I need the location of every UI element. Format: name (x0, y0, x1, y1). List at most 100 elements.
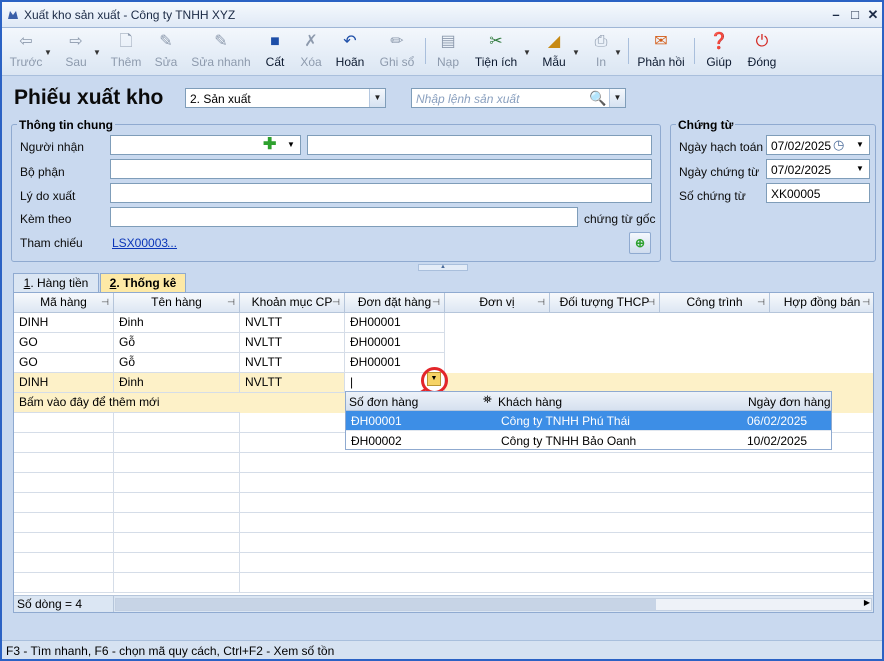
reason-label: Lý do xuất (20, 189, 76, 203)
pin-icon[interactable]: ⊣ (227, 293, 235, 312)
pin-icon[interactable]: ⊣ (432, 293, 440, 312)
dropdown-item[interactable]: ĐH00002 Công ty TNHH Bảo Oanh 10/02/2025 (346, 430, 831, 449)
table-cell[interactable]: NVLTT (240, 313, 345, 333)
table-cell[interactable]: ĐH00001 (345, 313, 445, 333)
add-reference-button[interactable]: ⊕ (629, 232, 651, 254)
column-header[interactable]: Mã hàng ⊣ (14, 293, 114, 313)
add-icon[interactable]: ✚ (263, 136, 276, 154)
reference-more-link[interactable]: ... (167, 236, 177, 250)
recipient-label: Người nhận (20, 140, 84, 154)
attachment-suffix: chứng từ gốc (584, 212, 656, 226)
row-count: Số dòng = 4 (14, 596, 114, 612)
department-label: Bộ phận (20, 165, 65, 179)
voucher-date-input[interactable]: 07/02/2025 ▼ (766, 159, 870, 179)
utilities-button[interactable]: ✂ Tiện ích (472, 32, 520, 72)
table-cell[interactable]: NVLTT (240, 333, 345, 353)
tab-statistics[interactable]: 2. Thống kê (100, 273, 186, 292)
table-cell[interactable]: NVLTT (240, 353, 345, 373)
chevron-down-icon[interactable]: ▼ (614, 48, 622, 57)
maximize-icon[interactable]: □ (847, 7, 863, 23)
pin-icon[interactable]: ⊣ (537, 293, 545, 312)
table-cell[interactable]: Đinh (114, 373, 240, 393)
table-cell[interactable]: NVLTT (240, 373, 345, 393)
toolbar-divider (628, 38, 629, 64)
chevron-down-icon[interactable]: ▼ (609, 89, 625, 107)
help-button[interactable]: ❓ Giúp (703, 32, 735, 72)
pin-icon[interactable]: ⊣ (757, 293, 765, 312)
general-info-title: Thông tin chung (17, 118, 115, 132)
table-cell[interactable]: DINH (14, 313, 114, 333)
delete-icon: ✗ (304, 33, 318, 50)
voucher-type-select[interactable]: 2. Sản xuất ▼ (185, 88, 386, 108)
pin-icon[interactable]: ⊣ (647, 293, 655, 312)
reason-input[interactable] (110, 183, 652, 203)
table-cell[interactable]: GO (14, 353, 114, 373)
load-button[interactable]: ▤ Nạp (434, 32, 462, 72)
chevron-down-icon[interactable]: ▼ (572, 48, 580, 57)
new-row-hint[interactable]: Bấm vào đây để thêm mới (14, 393, 240, 413)
scrollbar-thumb[interactable] (116, 599, 656, 610)
template-icon: ◢ (547, 33, 561, 50)
pin-icon[interactable]: ⊣ (101, 293, 109, 312)
tab-goods-money[interactable]: 1. Hàng tiền (13, 273, 99, 292)
edit-document-icon: ✎ (159, 33, 173, 50)
add-button[interactable]: 🗋 Thêm (108, 32, 144, 72)
attachment-input[interactable] (110, 207, 578, 227)
post-button[interactable]: ✏ Ghi sổ (378, 32, 416, 72)
column-header[interactable]: Công trình ⊣ (660, 293, 770, 313)
chevron-down-icon[interactable]: ▼ (856, 164, 864, 173)
horizontal-scrollbar[interactable]: ▶ (115, 598, 872, 611)
chevron-down-icon[interactable]: ▼ (287, 140, 295, 149)
undo-button[interactable]: ↶ Hoãn (334, 32, 366, 72)
feedback-button[interactable]: ✉ Phản hồi (636, 32, 686, 72)
chevron-down-icon[interactable]: ▼ (93, 48, 101, 57)
title-bar: Xuất kho sản xuất - Công ty TNHH XYZ – □… (2, 2, 882, 28)
scroll-right-icon[interactable]: ▶ (864, 598, 870, 607)
quick-edit-button[interactable]: ✎ Sửa nhanh (191, 32, 251, 72)
reference-link[interactable]: LSX00003 (112, 236, 168, 250)
recipient-input[interactable]: ✚ ▼ (110, 135, 301, 155)
table-cell[interactable]: ĐH00001 (345, 333, 445, 353)
pin-icon[interactable]: ⊣ (332, 293, 340, 312)
quick-edit-icon: ✎ (214, 33, 228, 50)
voucher-no-input[interactable]: XK00005 (766, 183, 870, 203)
chevron-down-icon[interactable]: ▼ (856, 140, 864, 149)
table-cell[interactable]: Đinh (114, 313, 240, 333)
minimize-icon[interactable]: – (828, 7, 844, 23)
template-button[interactable]: ◢ Mẫu (539, 32, 569, 72)
table-cell[interactable]: Gỗ (114, 333, 240, 353)
app-icon (8, 11, 18, 19)
table-cell[interactable]: GO (14, 333, 114, 353)
column-header[interactable]: Đơn vị ⊣ (445, 293, 550, 313)
edit-button[interactable]: ✎ Sửa (152, 32, 180, 72)
close-button[interactable]: ⏻ Đóng (745, 32, 779, 72)
production-order-search[interactable]: Nhập lệnh sản xuất 🔍 ▼ (411, 88, 626, 108)
clock-icon[interactable]: ◷ (833, 137, 844, 153)
next-button[interactable]: ⇨ Sau (60, 32, 92, 72)
dropdown-header: Số đơn hàng ⛯ Khách hàng Ngày đơn hàng (346, 392, 831, 411)
pin-icon[interactable]: ⊣ (862, 293, 870, 312)
chevron-down-icon[interactable]: ▼ (44, 48, 52, 57)
chevron-down-icon[interactable]: ▼ (369, 89, 385, 107)
dropdown-item[interactable]: ĐH00001 Công ty TNHH Phú Thái 06/02/2025 (346, 411, 831, 430)
table-cell[interactable]: DINH (14, 373, 114, 393)
delete-button[interactable]: ✗ Xóa (297, 32, 325, 72)
column-header[interactable]: Hợp đồng bán ⊣ (770, 293, 873, 313)
column-header[interactable]: Đối tượng THCP ⊣ (550, 293, 660, 313)
back-button[interactable]: ⇦ Trước (8, 32, 44, 72)
column-header[interactable]: Tên hàng ⊣ (114, 293, 240, 313)
chevron-down-icon[interactable]: ▼ (523, 48, 531, 57)
posting-date-input[interactable]: 07/02/2025 ◷ ▼ (766, 135, 870, 155)
department-input[interactable] (110, 159, 652, 179)
save-button[interactable]: ■ Cất (262, 32, 288, 72)
toolbar-divider (425, 38, 426, 64)
close-window-icon[interactable]: ✕ (865, 7, 881, 23)
column-header[interactable]: Khoản mục CP ⊣ (240, 293, 345, 313)
table-cell[interactable]: Gỗ (114, 353, 240, 373)
voucher-date-label: Ngày chứng từ (679, 165, 760, 179)
splitter-handle[interactable]: ▲ (418, 264, 468, 271)
print-button[interactable]: ⎙ In (588, 32, 614, 72)
recipient-name-input[interactable] (307, 135, 652, 155)
search-icon[interactable]: 🔍 (589, 90, 606, 107)
column-header[interactable]: Đơn đặt hàng ⊣ (345, 293, 445, 313)
